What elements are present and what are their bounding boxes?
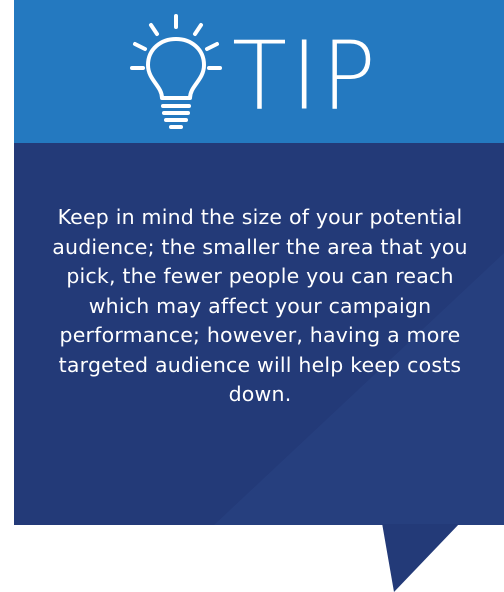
tip-header: TIP <box>14 0 504 143</box>
lightbulb-icon <box>130 14 222 129</box>
tip-title: TIP <box>232 21 380 132</box>
tip-callout: TIP Keep in mind the size of your potent… <box>14 0 504 592</box>
tip-body: Keep in mind the size of your potential … <box>14 143 504 525</box>
tip-body-text: Keep in mind the size of your potential … <box>52 205 468 406</box>
speech-bubble-tail <box>382 524 460 592</box>
